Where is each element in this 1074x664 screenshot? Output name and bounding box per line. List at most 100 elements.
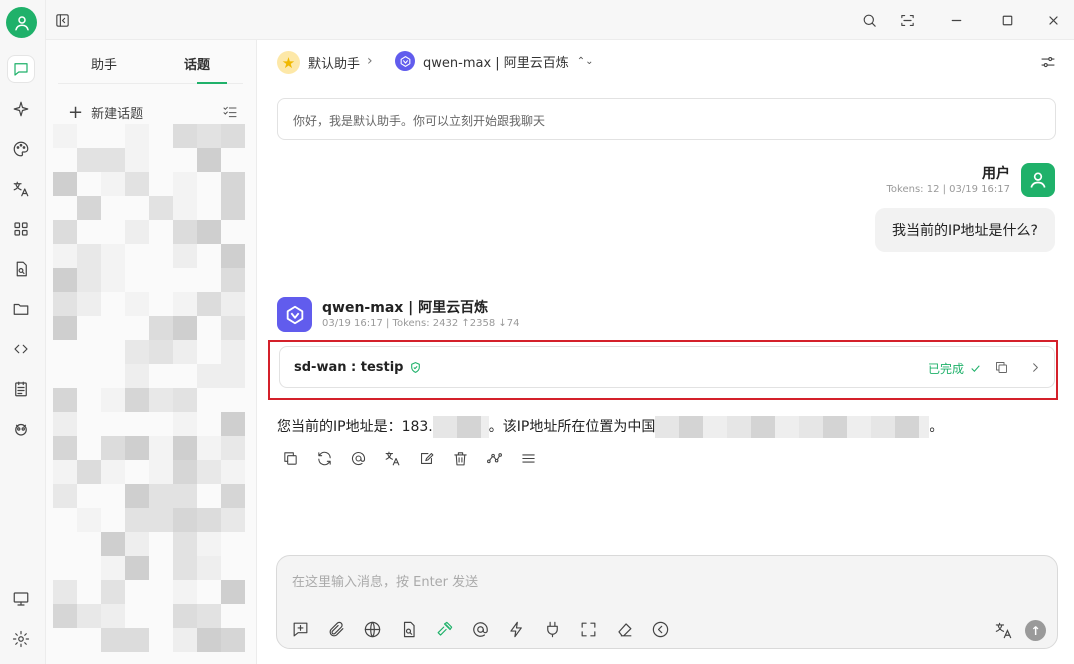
blurred-pixel <box>101 436 125 460</box>
fullscreen-button[interactable] <box>579 620 598 639</box>
blurred-pixel <box>221 268 245 292</box>
translate-nav-button[interactable] <box>7 175 35 203</box>
gear-icon <box>12 630 30 648</box>
web-search-button[interactable] <box>363 620 382 639</box>
blurred-pixel <box>77 460 101 484</box>
collapse-button[interactable] <box>651 620 670 639</box>
blurred-pixel <box>197 628 221 652</box>
blurred-pixel <box>125 436 149 460</box>
knowledge-base-button[interactable] <box>399 620 418 639</box>
blurred-pixel <box>221 124 245 148</box>
blurred-pixel <box>53 292 77 316</box>
apps-nav-button[interactable] <box>7 215 35 243</box>
branch-button[interactable] <box>486 450 503 467</box>
copy-tool-result-button[interactable] <box>994 360 1009 375</box>
blurred-pixel <box>125 148 149 172</box>
sliders-icon <box>1041 56 1055 68</box>
blurred-pixel <box>125 484 149 508</box>
tab-topics[interactable]: 话题 <box>151 54 243 73</box>
clear-context-button[interactable] <box>615 620 634 639</box>
agents-nav-button[interactable] <box>7 95 35 123</box>
files-nav-button[interactable] <box>7 295 35 323</box>
bot-nav-button[interactable] <box>7 415 35 443</box>
maximize-icon <box>1002 15 1012 25</box>
title-bar <box>46 0 1074 40</box>
search-button[interactable] <box>856 7 882 33</box>
answer-middle: 。该IP地址所在位置为中国 <box>488 419 656 435</box>
assistant-name: 默认助手 <box>308 57 361 72</box>
display-nav-button[interactable] <box>7 585 35 613</box>
regenerate-button[interactable] <box>316 450 333 467</box>
blurred-pixel <box>197 220 221 244</box>
code-nav-button[interactable] <box>7 335 35 363</box>
maximize-button[interactable] <box>994 7 1020 33</box>
message-input[interactable]: 在这里输入消息，按 Enter 发送 <box>292 571 478 590</box>
chat-settings-button[interactable] <box>1039 53 1057 71</box>
assistant-selector[interactable]: ★ 默认助手 <box>277 51 360 74</box>
paint-nav-button[interactable] <box>7 135 35 163</box>
delete-message-button[interactable] <box>452 450 469 467</box>
blurred-pixel <box>77 244 101 268</box>
mcp-tools-button[interactable] <box>435 620 454 639</box>
edit-message-button[interactable] <box>418 450 435 467</box>
blurred-pixel <box>221 436 245 460</box>
attach-button[interactable] <box>327 620 346 639</box>
chat-nav-button[interactable] <box>7 55 35 83</box>
quick-phrases-button[interactable] <box>507 620 526 639</box>
translate-input-button[interactable] <box>994 621 1013 640</box>
qwen-logo-icon <box>286 305 303 324</box>
blurred-pixel <box>173 196 197 220</box>
monitor-icon <box>13 592 29 606</box>
more-menu-button[interactable] <box>520 450 537 467</box>
blurred-pixel <box>197 508 221 532</box>
blurred-pixel <box>197 124 221 148</box>
minimize-button[interactable] <box>943 7 969 33</box>
topic-tabs: 助手 话题 <box>58 40 243 84</box>
blurred-pixel <box>101 268 125 292</box>
minimize-icon <box>951 19 961 21</box>
blurred-pixel <box>101 148 125 172</box>
blurred-pixel <box>149 508 173 532</box>
blurred-pixel <box>149 484 173 508</box>
blurred-pixel <box>53 604 77 628</box>
close-button[interactable] <box>1040 7 1066 33</box>
user-avatar[interactable] <box>6 7 37 38</box>
expand-tool-call-button[interactable] <box>1028 360 1043 375</box>
tool-call-card[interactable]: sd-wan : testip 已完成 <box>279 346 1055 388</box>
blurred-pixel <box>149 340 173 364</box>
new-topic-button[interactable]: + 新建话题 <box>68 103 143 122</box>
new-topic-input-button[interactable] <box>291 620 310 639</box>
settings-nav-button[interactable] <box>7 625 35 653</box>
mention-models-button[interactable] <box>471 620 490 639</box>
message-input-box[interactable]: 在这里输入消息，按 Enter 发送 ↑ <box>276 555 1058 649</box>
tool-call-status: 已完成 <box>928 360 982 377</box>
notepad-icon <box>15 381 27 397</box>
plugin-button[interactable] <box>543 620 562 639</box>
blurred-pixel <box>125 628 149 652</box>
blurred-pixel <box>101 556 125 580</box>
model-selector[interactable]: qwen-max | 阿里云百炼 ⌃⌄ <box>395 51 594 71</box>
manage-topics-button[interactable] <box>222 104 238 120</box>
knowledge-nav-button[interactable] <box>7 255 35 283</box>
notes-nav-button[interactable] <box>7 375 35 403</box>
toggle-sidebar-button[interactable] <box>49 7 75 33</box>
blurred-pixel <box>101 460 125 484</box>
translate-message-button[interactable] <box>384 450 401 467</box>
blurred-pixel <box>221 364 245 388</box>
blurred-pixel <box>125 292 149 316</box>
blurred-pixel <box>53 412 77 436</box>
mini-window-button[interactable] <box>894 7 920 33</box>
blurred-ip <box>432 416 489 438</box>
blurred-pixel <box>173 124 197 148</box>
send-button[interactable]: ↑ <box>1025 620 1046 641</box>
blurred-pixel <box>101 388 125 412</box>
tab-assistants[interactable]: 助手 <box>58 54 150 73</box>
bot-name: qwen-max | 阿里云百炼 <box>322 300 489 316</box>
tool-call-label: sd-wan : testip <box>294 360 404 375</box>
blurred-pixel <box>173 508 197 532</box>
blurred-pixel <box>197 460 221 484</box>
copy-message-button[interactable] <box>282 450 299 467</box>
expand-icon <box>581 622 596 637</box>
mention-model-button[interactable] <box>350 450 367 467</box>
blurred-pixel <box>221 484 245 508</box>
